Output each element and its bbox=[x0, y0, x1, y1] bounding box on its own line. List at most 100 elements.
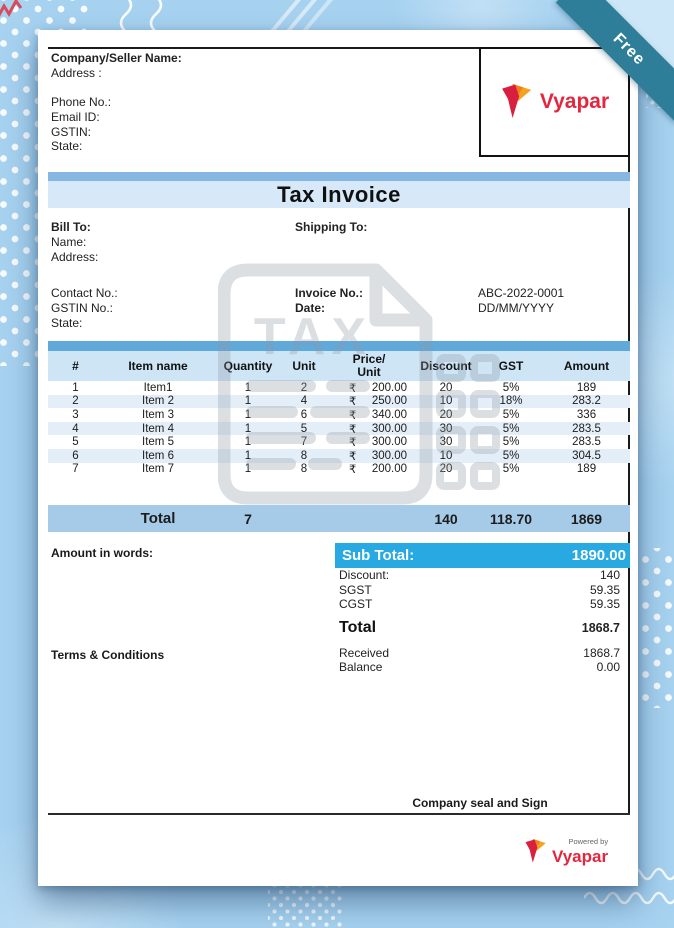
table-row: 3 Item 3 1 6 ₹340.00 20 5% 336 bbox=[48, 408, 630, 422]
price-cell: ₹200.00 bbox=[349, 380, 407, 395]
shipping-invoice-block: Shipping To: Invoice No.: Date: bbox=[295, 220, 367, 316]
invoice-meta-values: ABC-2022-0001 DD/MM/YYYY bbox=[478, 286, 564, 316]
table-cell: 1 bbox=[244, 395, 252, 408]
table-row: 4 Item 4 1 5 ₹300.00 30 5% 283.5 bbox=[48, 422, 630, 436]
terms-conditions-label: Terms & Conditions bbox=[51, 648, 165, 662]
invoice-title: Tax Invoice bbox=[277, 181, 401, 207]
summary-rows: Discount: 140 SGST 59.35 CGST 59.35 bbox=[335, 568, 630, 612]
grand-total-label: Total bbox=[339, 618, 377, 636]
table-cell: 1 bbox=[244, 381, 252, 394]
table-cell: 8 bbox=[300, 449, 308, 462]
table-cell: 5% bbox=[502, 436, 520, 449]
total-amount: 1869 bbox=[570, 510, 603, 527]
header-cell: Amount bbox=[563, 358, 610, 373]
bill-to-label: Bill To: bbox=[51, 220, 91, 234]
total-label: Total bbox=[140, 510, 176, 528]
items-body: 1 Item1 1 2 ₹200.00 20 5% 189 2 Item 2 1 4 ₹250.00 10… bbox=[48, 381, 630, 476]
email-label: Email ID: bbox=[51, 109, 100, 124]
header-cell: # bbox=[72, 358, 79, 373]
gstin-no-label: GSTIN No.: bbox=[51, 301, 114, 315]
table-cell: 2 bbox=[72, 395, 79, 408]
received-label: Received bbox=[339, 645, 390, 660]
table-cell: 6 bbox=[300, 408, 308, 421]
table-cell: 30 bbox=[439, 436, 453, 449]
balance-value: 0.00 bbox=[596, 660, 620, 675]
contact-label: Contact No.: bbox=[51, 286, 118, 300]
table-cell: 1 bbox=[244, 449, 252, 462]
header-cell: Price/ Unit bbox=[352, 352, 386, 379]
table-cell: 283.2 bbox=[572, 395, 601, 408]
items-header: # Item name Quantity Unit Price/ Unit Discoun… bbox=[48, 351, 630, 381]
table-cell: 1 bbox=[244, 463, 252, 476]
price-cell: ₹200.00 bbox=[349, 462, 407, 477]
table-cell: 30 bbox=[439, 422, 453, 435]
table-total-row: Total 7 140 118.70 1869 bbox=[48, 505, 630, 533]
address-label: Address : bbox=[51, 65, 102, 80]
table-cell: 189 bbox=[576, 381, 597, 394]
table-cell: 20 bbox=[439, 463, 453, 476]
table-cell: 1 bbox=[244, 436, 252, 449]
table-cell: 7 bbox=[72, 463, 79, 476]
rupee-symbol: ₹ bbox=[349, 462, 357, 477]
subtotal-label: Sub Total: bbox=[342, 547, 415, 564]
red-zigzag-decoration bbox=[0, 0, 23, 17]
table-cell: Item 5 bbox=[142, 436, 174, 449]
address-label: Address: bbox=[51, 250, 99, 264]
state-label: State: bbox=[51, 316, 83, 330]
powered-by-label: Powered by bbox=[568, 837, 609, 846]
phone-label: Phone No.: bbox=[51, 95, 112, 110]
rupee-symbol: ₹ bbox=[349, 421, 357, 436]
state-label: State: bbox=[51, 139, 83, 154]
price-cell: ₹340.00 bbox=[349, 407, 407, 422]
table-cell: 4 bbox=[72, 422, 79, 435]
table-cell: 20 bbox=[439, 381, 453, 394]
items-table: # Item name Quantity Unit Price/ Unit Discoun… bbox=[48, 341, 630, 533]
table-cell: 283.5 bbox=[572, 436, 601, 449]
table-row: 7 Item 7 1 8 ₹200.00 20 5% 189 bbox=[48, 462, 630, 477]
table-cell: 5 bbox=[72, 436, 79, 449]
table-cell: Item 7 bbox=[142, 463, 174, 476]
table-cell: 18% bbox=[499, 395, 523, 408]
total-gst: 118.70 bbox=[489, 510, 533, 527]
grand-total-value: 1868.7 bbox=[581, 620, 620, 635]
company-seller-label: Company/Seller Name: bbox=[51, 51, 182, 65]
price-cell: ₹250.00 bbox=[349, 394, 407, 409]
total-qty: 7 bbox=[244, 510, 252, 527]
powered-by-text: Powered by Vyapar bbox=[552, 838, 608, 865]
balance-row: Balance 0.00 bbox=[335, 660, 630, 675]
table-cell: Item 6 bbox=[142, 449, 174, 462]
company-logo-box: Vyapar bbox=[479, 47, 630, 157]
title-accent-bar bbox=[48, 172, 630, 181]
table-cell: 1 bbox=[244, 422, 252, 435]
company-seal-sign-label: Company seal and Sign bbox=[412, 796, 548, 810]
date-label: Date: bbox=[295, 301, 326, 315]
table-row: 2 Item 2 1 4 ₹250.00 10 18% 283.2 bbox=[48, 394, 630, 409]
price-cell: ₹300.00 bbox=[349, 435, 407, 450]
table-cell: 7 bbox=[300, 436, 308, 449]
subtotal-bar: Sub Total: 1890.00 bbox=[335, 543, 630, 568]
rupee-symbol: ₹ bbox=[349, 435, 357, 450]
summary-row: CGST 59.35 bbox=[339, 597, 620, 612]
date-value: DD/MM/YYYY bbox=[478, 301, 555, 315]
table-cell: 5% bbox=[502, 422, 520, 435]
powered-by-footer: Powered by Vyapar bbox=[524, 838, 608, 865]
table-cell: 304.5 bbox=[572, 449, 601, 462]
header-cell: Quantity bbox=[223, 358, 273, 373]
bill-to-block: Bill To: Name: Address: Contact No.: GST… bbox=[51, 220, 118, 331]
table-cell: 3 bbox=[72, 408, 79, 421]
canvas: Company/Seller Name: Address : Phone No.… bbox=[0, 0, 674, 928]
amount-in-words-label: Amount in words: bbox=[51, 546, 153, 560]
table-cell: Item 3 bbox=[142, 408, 174, 421]
vyapar-footer-text: Vyapar bbox=[552, 846, 609, 866]
received-row: Received 1868.7 bbox=[335, 646, 630, 661]
table-cell: 10 bbox=[439, 395, 453, 408]
header-cell: Unit bbox=[292, 358, 316, 373]
table-cell: 283.5 bbox=[572, 422, 601, 435]
summary-row: SGST 59.35 bbox=[339, 582, 620, 597]
table-cell: Item1 bbox=[143, 381, 173, 394]
table-cell: 5% bbox=[502, 381, 520, 394]
table-cell: 2 bbox=[300, 381, 308, 394]
table-cell: 4 bbox=[300, 395, 308, 408]
